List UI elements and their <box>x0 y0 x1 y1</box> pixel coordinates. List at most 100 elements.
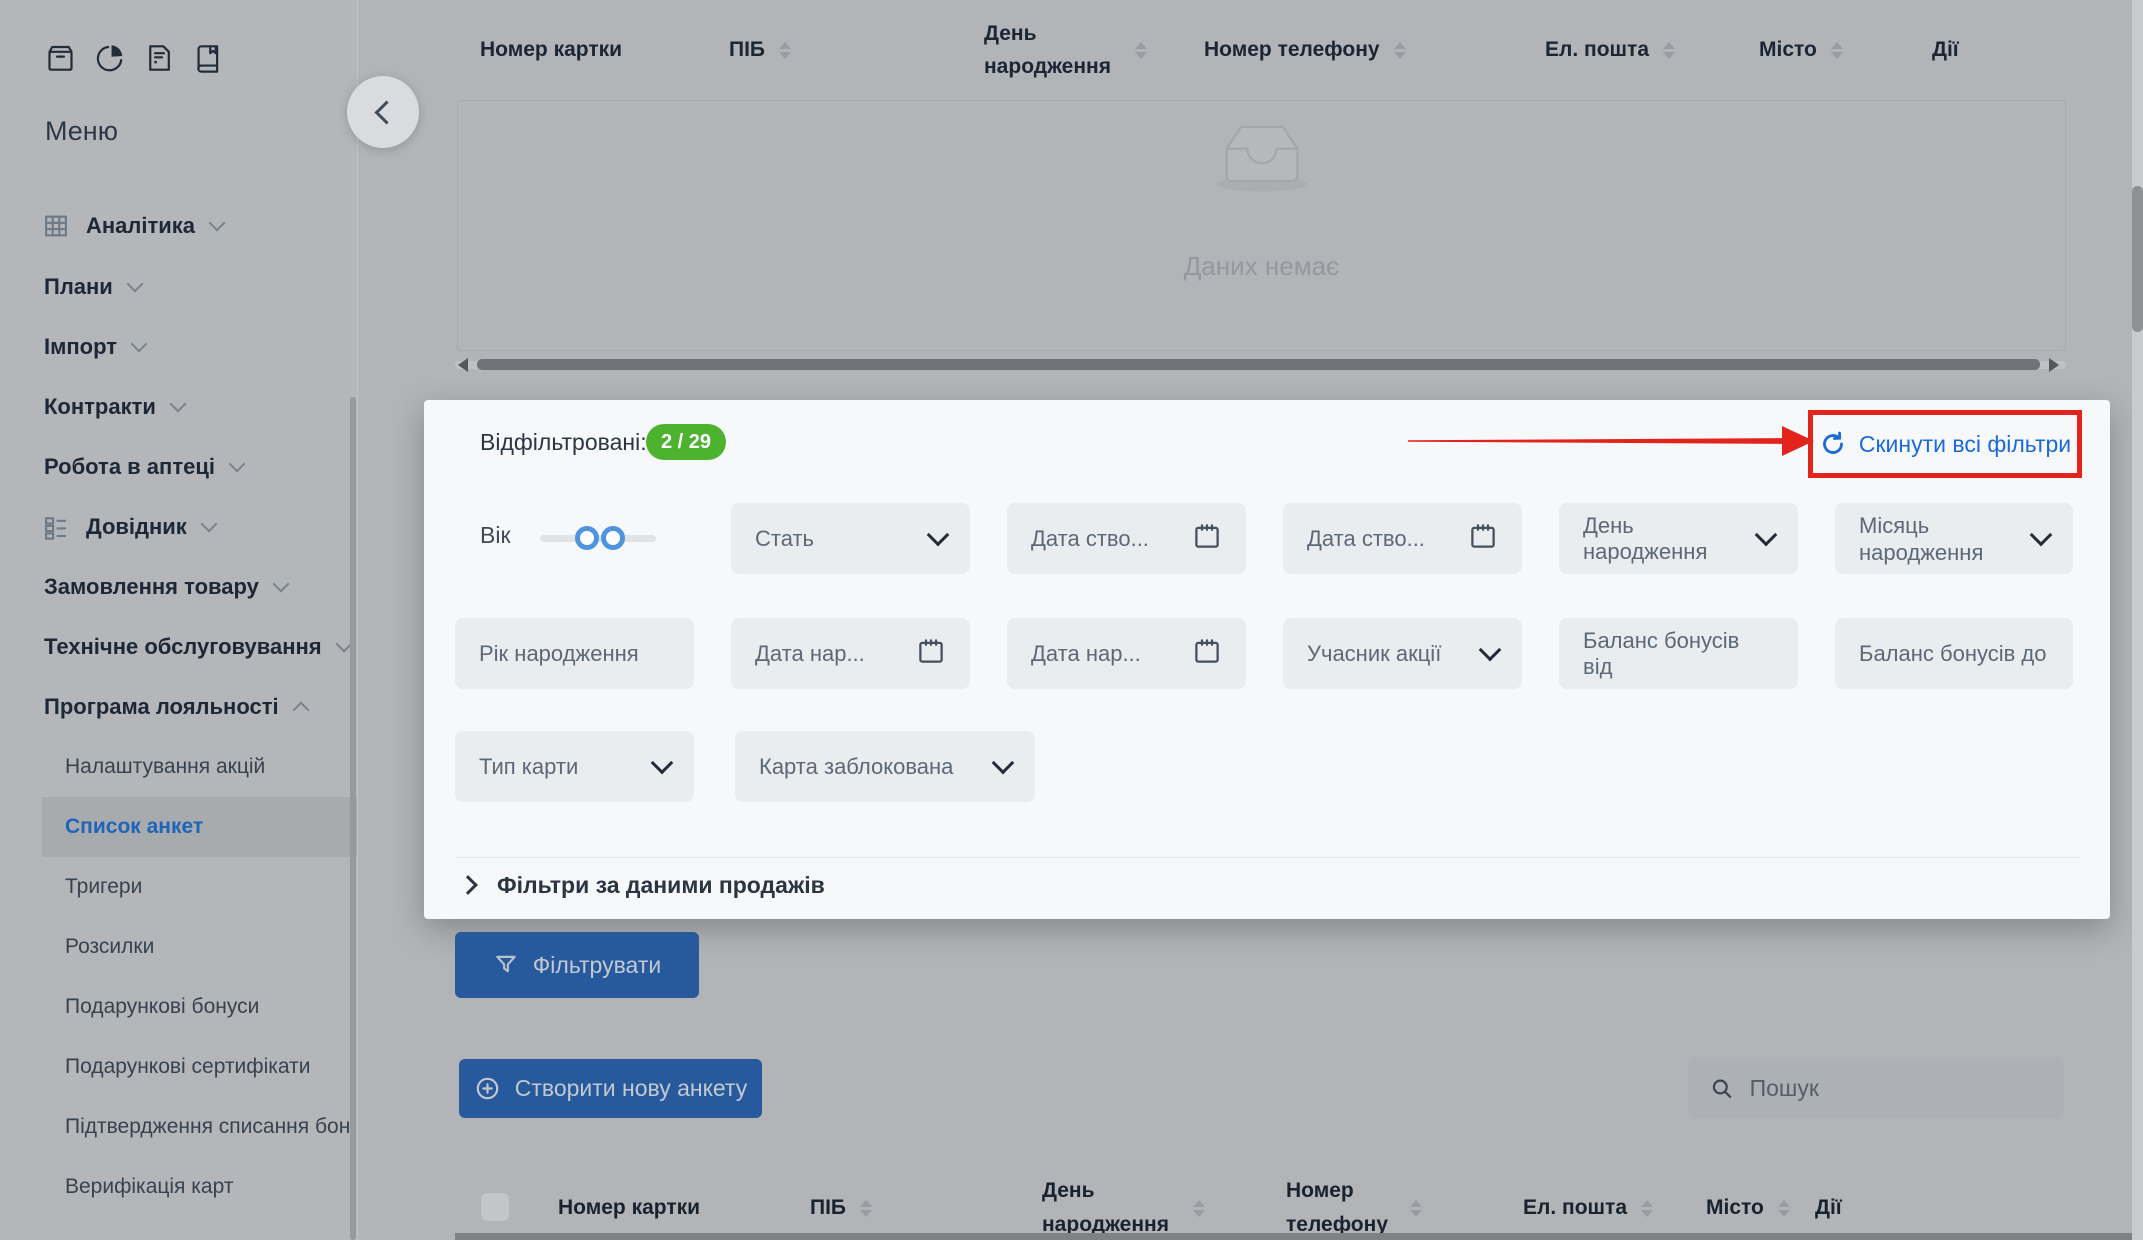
birth-date-from-field[interactable]: Дата нар... <box>731 618 970 689</box>
sidebar-item-analytics[interactable]: Аналітика <box>0 204 442 248</box>
filter-button[interactable]: Фільтрувати <box>455 932 699 998</box>
age-filter-label: Вік <box>480 522 511 549</box>
bottom-table-border <box>455 1233 2143 1240</box>
scroll-left-arrow[interactable] <box>458 358 468 372</box>
sort-icon[interactable] <box>1663 42 1675 59</box>
sidebar-item-goods-orders[interactable]: Замовлення товару <box>0 565 400 609</box>
top-header-card-number: Номер картки <box>480 0 622 100</box>
top-header-city[interactable]: Місто <box>1759 0 1843 100</box>
sidebar-subitem-writeoff-confirmation[interactable]: Підтвердження списання бону... <box>0 1105 356 1149</box>
funnel-icon <box>493 952 519 978</box>
chevron-down-icon <box>927 523 950 546</box>
report-icon[interactable] <box>142 38 175 83</box>
age-slider-handle-max[interactable] <box>601 526 625 550</box>
sidebar-subitem-promo-settings[interactable]: Налаштування акцій <box>0 745 356 789</box>
list-icon <box>42 513 70 546</box>
chevron-down-icon <box>2030 523 2053 546</box>
sidebar-item-import[interactable]: Імпорт <box>0 325 400 369</box>
reset-all-filters-button[interactable]: Скинути всі фільтри <box>1819 430 2071 458</box>
sidebar-subitem-triggers[interactable]: Тригери <box>0 865 356 909</box>
book-icon[interactable] <box>191 38 224 83</box>
chevron-down-icon <box>272 576 289 593</box>
search-icon <box>1710 1075 1734 1102</box>
sidebar-item-plans[interactable]: Плани <box>0 265 400 309</box>
sort-icon[interactable] <box>1193 1200 1205 1217</box>
age-slider-handle-min[interactable] <box>575 526 599 550</box>
birth-day-select[interactable]: День народження <box>1559 503 1798 574</box>
top-header-fullname[interactable]: ПІБ <box>729 0 791 100</box>
sidebar-item-contracts[interactable]: Контракти <box>0 385 400 429</box>
search-box <box>1688 1059 2064 1118</box>
sales-filters-toggle[interactable]: Фільтри за даними продажів <box>455 862 825 908</box>
bonus-balance-from-input[interactable]: Баланс бонусів від <box>1559 618 1798 689</box>
sort-icon[interactable] <box>1394 42 1406 59</box>
birth-month-select[interactable]: Місяць народження <box>1835 503 2073 574</box>
birth-year-input[interactable]: Рік народження <box>455 618 694 689</box>
card-blocked-select[interactable]: Карта заблокована <box>735 731 1035 802</box>
annotation-arrow-line <box>1408 438 1790 444</box>
sort-icon[interactable] <box>1641 1200 1653 1217</box>
select-all-checkbox[interactable] <box>481 1193 509 1221</box>
top-header-email[interactable]: Ел. пошта <box>1545 0 1675 100</box>
birth-date-to-field[interactable]: Дата нар... <box>1007 618 1246 689</box>
gender-select[interactable]: Стать <box>731 503 970 574</box>
horizontal-scrollbar-thumb[interactable] <box>477 359 2040 370</box>
sidebar-menu-title: Меню <box>45 116 118 147</box>
filtered-label: Відфільтровані: <box>480 429 647 456</box>
bottom-header-card-number: Номер картки <box>558 1176 700 1240</box>
sidebar-item-directory[interactable]: Довідник <box>0 505 442 549</box>
sidebar-subitem-gift-certificates[interactable]: Подарункові сертифікати <box>0 1045 356 1089</box>
app-root: Меню Аналітика Плани Імпорт Контракти Ро… <box>0 0 2143 1240</box>
chevron-down-icon <box>651 751 674 774</box>
bottom-header-city[interactable]: Місто <box>1706 1176 1790 1240</box>
sidebar: Меню Аналітика Плани Імпорт Контракти Ро… <box>0 0 358 1240</box>
date-created-from-field[interactable]: Дата ство... <box>1007 503 1246 574</box>
promo-member-select[interactable]: Учасник акції <box>1283 618 1522 689</box>
sidebar-subitem-card-verification[interactable]: Верифікація карт <box>0 1165 356 1209</box>
archive-icon[interactable] <box>44 38 77 83</box>
scroll-right-arrow[interactable] <box>2049 358 2059 372</box>
calendar-icon <box>916 636 946 672</box>
chevron-down-icon <box>228 456 245 473</box>
chevron-down-icon <box>200 516 217 533</box>
sidebar-subitem-mailings[interactable]: Розсилки <box>0 925 356 969</box>
sidebar-top-icons <box>44 38 224 83</box>
chevron-down-icon <box>1479 638 1502 661</box>
date-created-to-field[interactable]: Дата ство... <box>1283 503 1522 574</box>
top-header-birthday[interactable]: День народження <box>984 0 1147 100</box>
bonus-balance-to-input[interactable]: Баланс бонусів до <box>1835 618 2073 689</box>
sort-icon[interactable] <box>779 42 791 59</box>
card-type-select[interactable]: Тип карти <box>455 731 694 802</box>
chevron-down-icon <box>1755 523 1778 546</box>
chevron-down-icon <box>126 276 143 293</box>
calendar-icon <box>1192 636 1222 672</box>
sidebar-scrollbar-thumb[interactable] <box>350 397 356 1240</box>
sort-icon[interactable] <box>860 1200 872 1217</box>
plus-circle-icon <box>474 1075 501 1102</box>
page-scrollbar-thumb[interactable] <box>2132 186 2143 332</box>
reset-icon <box>1819 430 1847 458</box>
sidebar-item-maintenance[interactable]: Технічне обслуговування <box>0 625 400 669</box>
pie-chart-icon[interactable] <box>93 38 126 83</box>
chevron-down-icon <box>169 396 186 413</box>
bottom-header-email[interactable]: Ел. пошта <box>1523 1176 1653 1240</box>
sidebar-subitem-questionnaire-list[interactable]: Список анкет <box>0 805 356 849</box>
sort-icon[interactable] <box>1778 1200 1790 1217</box>
chevron-down-icon <box>992 751 1015 774</box>
sidebar-subitem-gift-bonuses[interactable]: Подарункові бонуси <box>0 985 356 1029</box>
sidebar-item-pharmacy-work[interactable]: Робота в аптеці <box>0 445 400 489</box>
sort-icon[interactable] <box>1410 1200 1422 1217</box>
search-input[interactable] <box>1748 1074 2042 1103</box>
create-questionnaire-button[interactable]: Створити нову анкету <box>459 1059 762 1118</box>
sidebar-collapse-button[interactable] <box>347 76 419 148</box>
sort-icon[interactable] <box>1135 42 1147 59</box>
filtered-count-badge: 2 / 29 <box>646 424 726 460</box>
bottom-header-fullname[interactable]: ПІБ <box>810 1176 872 1240</box>
sidebar-item-loyalty-program[interactable]: Програма лояльності <box>0 685 400 729</box>
bottom-header-birthday[interactable]: День народження <box>1042 1176 1205 1240</box>
chevron-right-icon <box>458 875 478 895</box>
sort-icon[interactable] <box>1831 42 1843 59</box>
top-header-phone[interactable]: Номер телефону <box>1204 0 1406 100</box>
table-empty-state: Даних немає <box>457 100 2066 351</box>
bottom-header-phone[interactable]: Номер телефону <box>1286 1176 1422 1240</box>
